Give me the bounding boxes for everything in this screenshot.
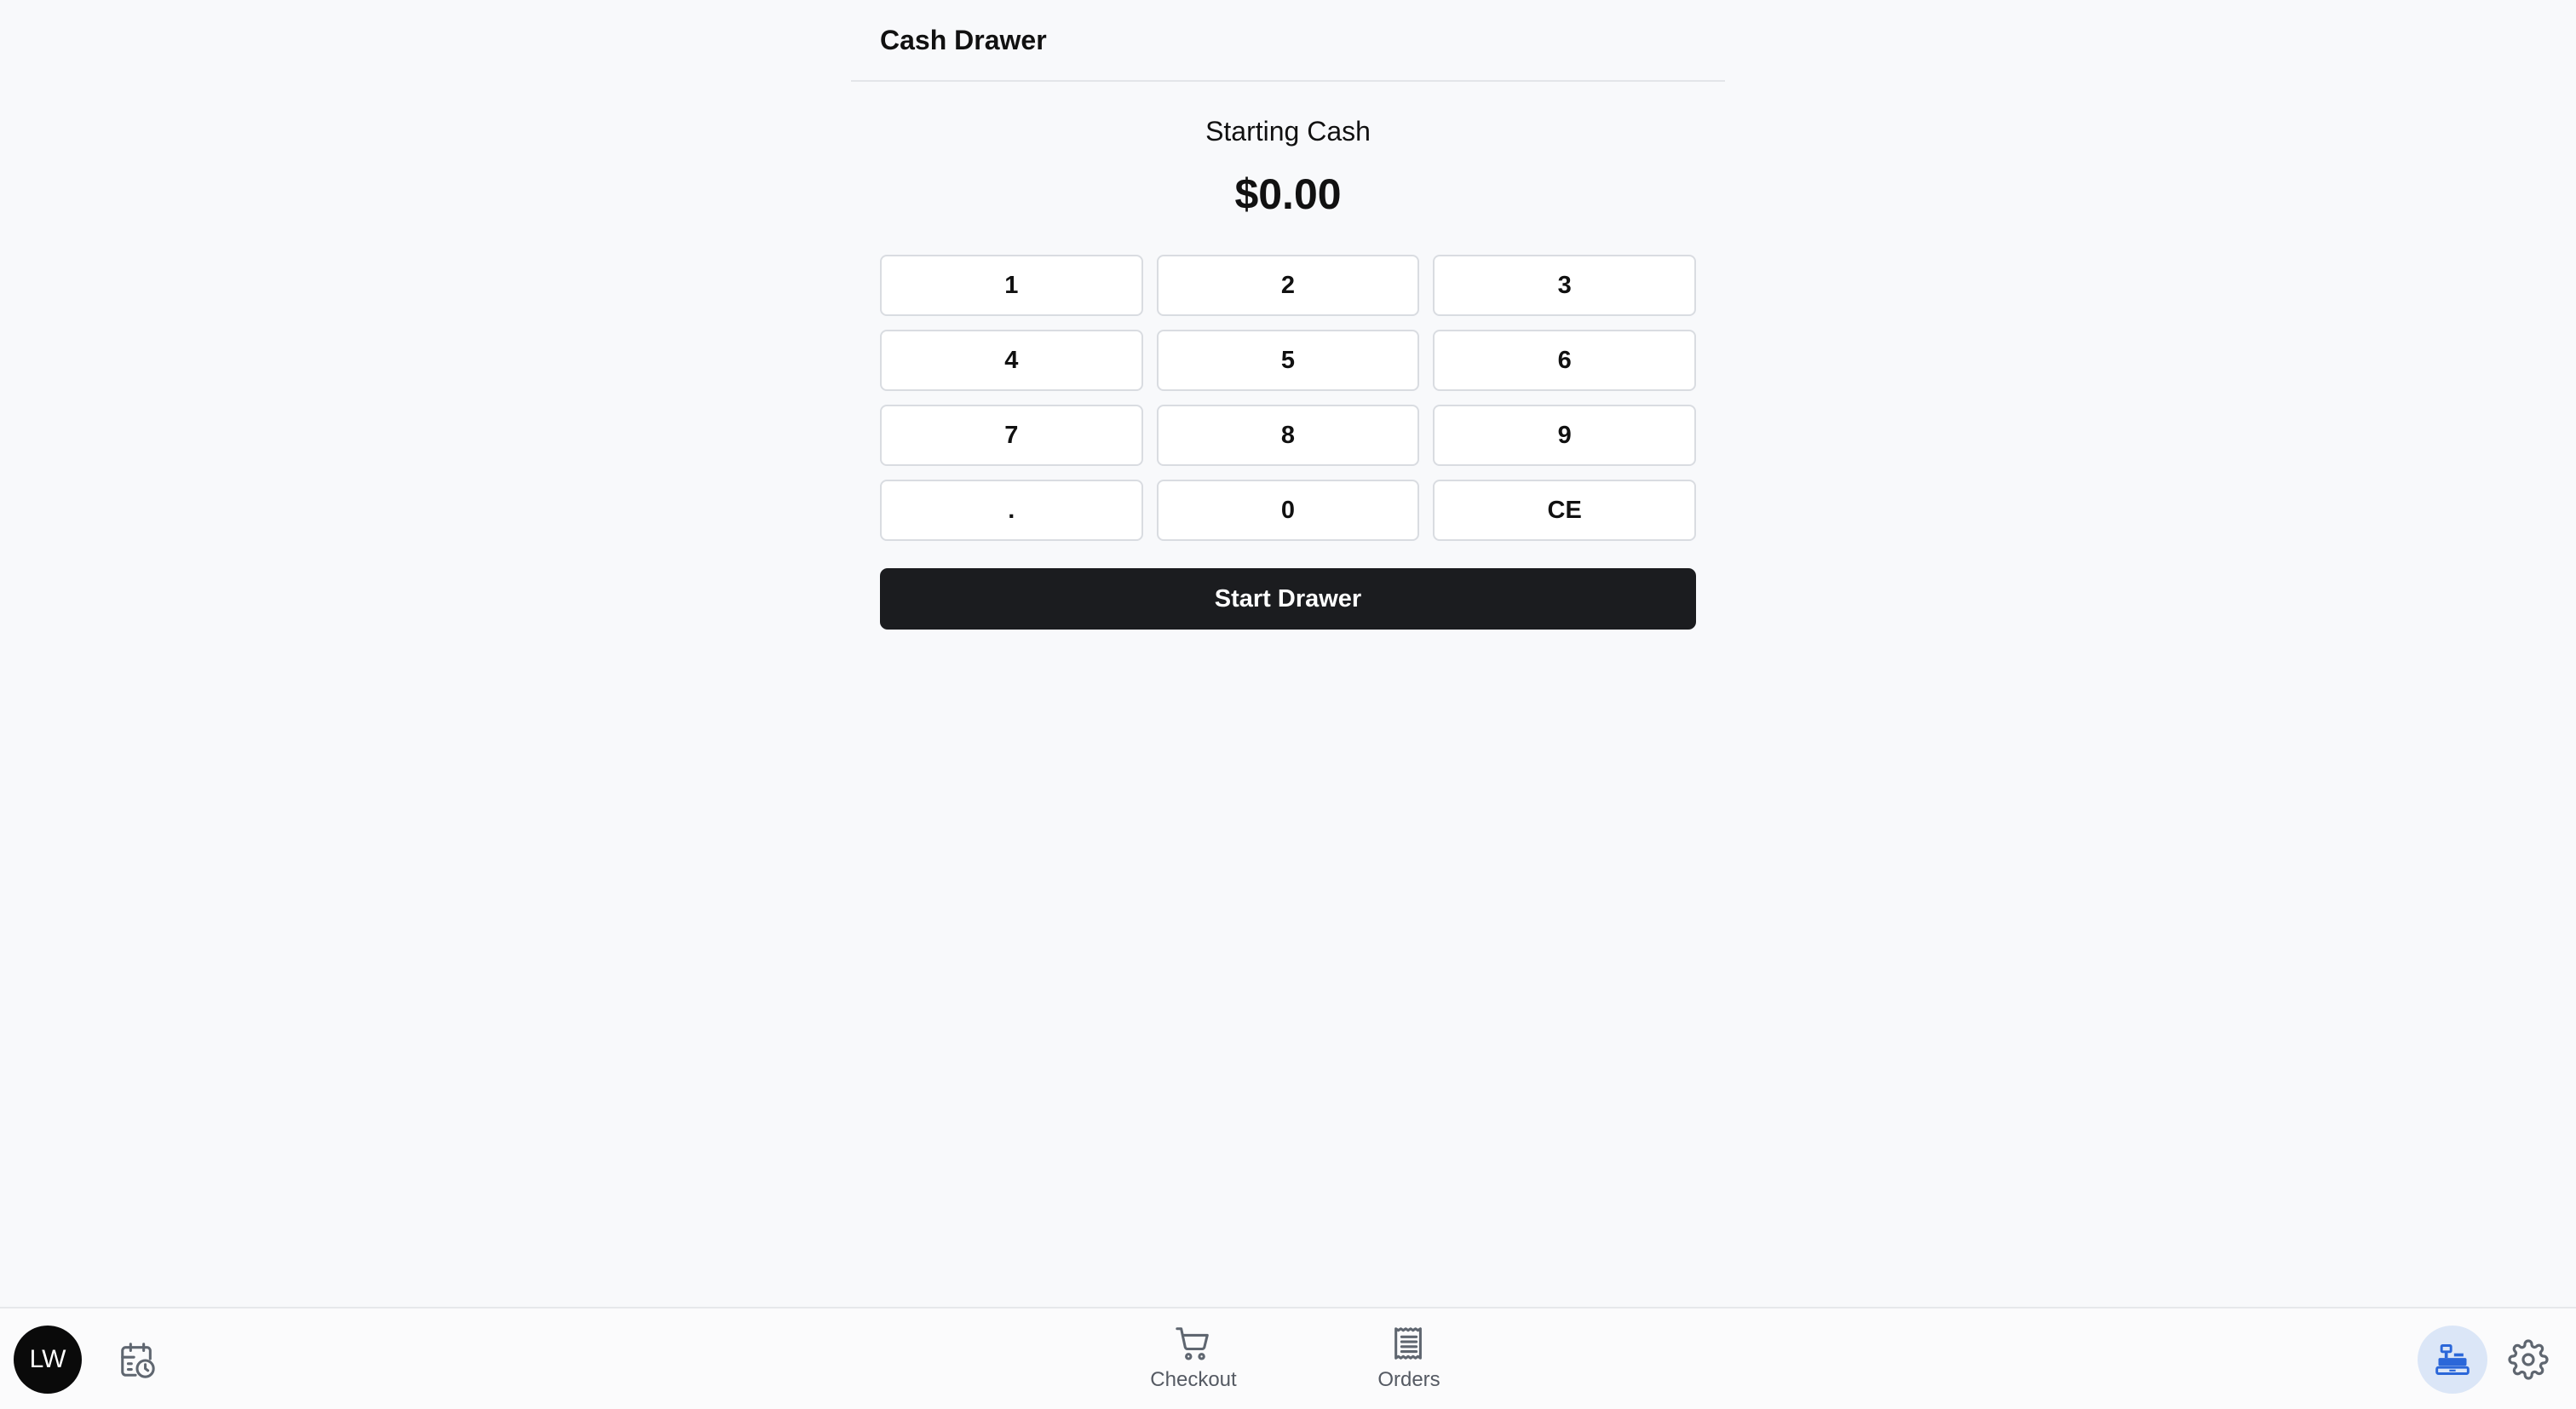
key-decimal[interactable]: . <box>880 480 1143 541</box>
start-drawer-button[interactable]: Start Drawer <box>880 568 1696 630</box>
key-8[interactable]: 8 <box>1156 405 1420 466</box>
key-2[interactable]: 2 <box>1156 255 1420 316</box>
page: Cash Drawer Starting Cash $0.00 1 2 3 4 … <box>0 0 2576 1409</box>
starting-cash-label: Starting Cash <box>1205 116 1371 147</box>
page-title: Cash Drawer <box>880 24 1047 55</box>
key-3[interactable]: 3 <box>1433 255 1696 316</box>
nav-orders-label: Orders <box>1377 1368 1440 1391</box>
gear-icon[interactable] <box>2508 1339 2549 1380</box>
key-9[interactable]: 9 <box>1433 405 1696 466</box>
avatar[interactable]: LW <box>14 1326 82 1394</box>
key-6[interactable]: 6 <box>1433 330 1696 391</box>
cash-register-icon <box>2435 1344 2470 1375</box>
nav-checkout-label: Checkout <box>1150 1368 1237 1391</box>
calendar-clock-icon[interactable] <box>118 1341 157 1380</box>
starting-cash-amount: $0.00 <box>1234 170 1342 218</box>
cart-icon <box>1176 1327 1209 1360</box>
key-clear-entry[interactable]: CE <box>1433 480 1696 541</box>
key-5[interactable]: 5 <box>1156 330 1420 391</box>
key-4[interactable]: 4 <box>880 330 1143 391</box>
keypad: 1 2 3 4 5 6 7 8 9 . 0 CE <box>880 255 1696 541</box>
key-0[interactable]: 0 <box>1156 480 1420 541</box>
panel-header: Cash Drawer <box>851 0 1725 82</box>
nav-checkout[interactable]: Checkout <box>1147 1324 1240 1392</box>
key-1[interactable]: 1 <box>880 255 1143 316</box>
bottom-bar: LW Checkout Orders <box>0 1307 2576 1409</box>
key-7[interactable]: 7 <box>880 405 1143 466</box>
receipt-icon <box>1394 1327 1422 1360</box>
cash-register-button[interactable] <box>2418 1326 2487 1394</box>
cash-drawer-panel: Cash Drawer Starting Cash $0.00 1 2 3 4 … <box>851 0 1725 630</box>
nav-orders[interactable]: Orders <box>1366 1324 1452 1392</box>
